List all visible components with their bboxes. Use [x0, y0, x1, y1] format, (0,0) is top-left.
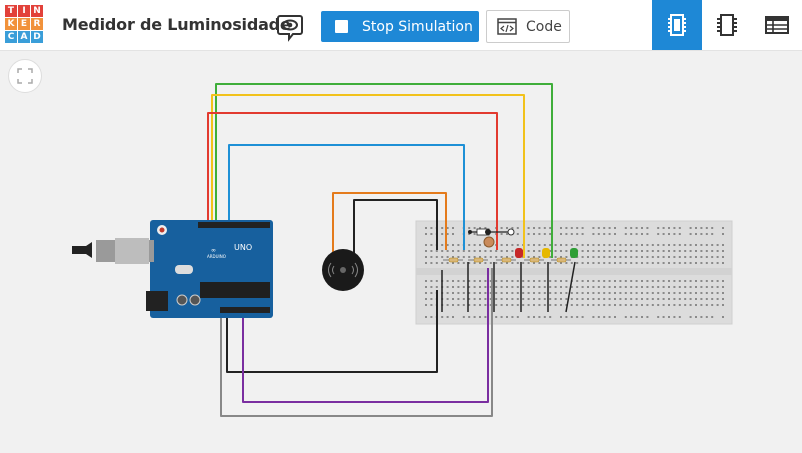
schematic-icon — [717, 14, 737, 36]
stop-simulation-button[interactable]: Stop Simulation — [321, 11, 479, 42]
logo-letter: A — [18, 31, 30, 43]
share-eye-icon[interactable] — [277, 12, 303, 42]
fit-view-button[interactable] — [8, 59, 42, 93]
logo-letter: R — [31, 18, 43, 30]
board-model-label: UNO — [234, 243, 252, 252]
logo-letter: I — [18, 5, 30, 17]
led-yellow[interactable] — [542, 248, 550, 258]
logo-letter: E — [18, 18, 30, 30]
code-label: Code — [526, 18, 562, 35]
board-brand-label: ARDUINO — [207, 254, 226, 259]
led-red[interactable] — [515, 248, 523, 258]
piezo-buzzer[interactable] — [322, 249, 364, 291]
arduino-uno-board[interactable]: ∞ UNO ARDUINO — [72, 220, 273, 318]
component-list-button[interactable] — [752, 0, 802, 50]
stop-simulation-label: Stop Simulation — [362, 18, 473, 35]
top-bar: TIN KER CAD Medidor de Luminosidade Stop S… — [0, 0, 802, 51]
logo-letter: N — [31, 5, 43, 17]
code-icon — [497, 18, 517, 35]
logo-letter: T — [5, 5, 17, 17]
schematic-view-button[interactable] — [702, 0, 752, 50]
chip-icon — [668, 14, 686, 36]
led-green[interactable] — [570, 248, 578, 258]
logo-letter: K — [5, 18, 17, 30]
list-icon — [765, 16, 789, 34]
circuit-diagram[interactable]: ∞ UNO ARDUINO — [0, 51, 802, 453]
logo-letter: D — [31, 31, 43, 43]
fit-view-icon — [17, 68, 33, 84]
logo-letter: C — [5, 31, 17, 43]
code-button[interactable]: Code — [486, 10, 570, 43]
tinkercad-logo[interactable]: TIN KER CAD — [5, 5, 43, 43]
stop-icon — [335, 20, 348, 33]
project-title[interactable]: Medidor de Luminosidade — [62, 15, 291, 34]
circuit-view-button[interactable] — [652, 0, 702, 50]
board-infinity-logo: ∞ — [211, 247, 216, 254]
